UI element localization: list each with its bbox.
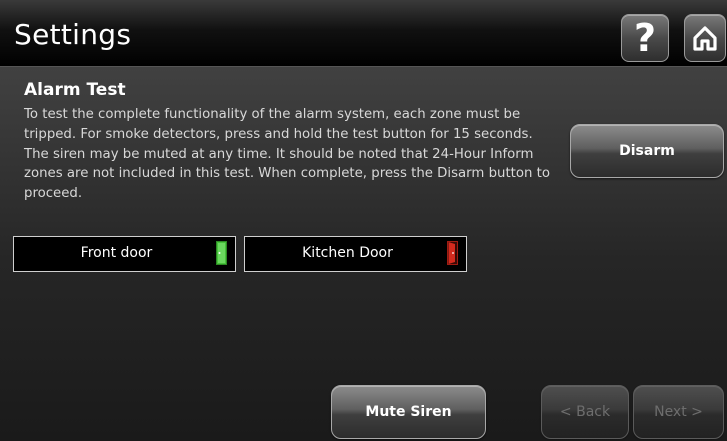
section-title: Alarm Test <box>24 80 126 100</box>
zone-label: Front door <box>80 245 153 261</box>
zone-kitchen-door[interactable]: Kitchen Door <box>244 236 467 272</box>
zone-front-door[interactable]: Front door <box>13 236 236 272</box>
home-icon <box>693 26 717 51</box>
header-bar: Settings ? <box>0 0 727 67</box>
next-button[interactable]: Next > <box>633 385 724 439</box>
settings-screen: Settings ? Alarm Test To test the comple… <box>0 0 727 441</box>
home-button[interactable] <box>684 14 726 62</box>
door-closed-icon <box>216 241 227 265</box>
door-open-icon <box>447 241 458 265</box>
zone-label: Kitchen Door <box>302 245 393 261</box>
instructions-text: To test the complete functionality of th… <box>24 107 551 202</box>
back-button[interactable]: < Back <box>541 385 629 439</box>
help-question-icon: ? <box>633 16 657 60</box>
mute-siren-button[interactable]: Mute Siren <box>331 385 486 439</box>
page-title: Settings <box>14 18 132 51</box>
help-button[interactable]: ? <box>621 14 669 62</box>
disarm-button[interactable]: Disarm <box>570 124 724 178</box>
